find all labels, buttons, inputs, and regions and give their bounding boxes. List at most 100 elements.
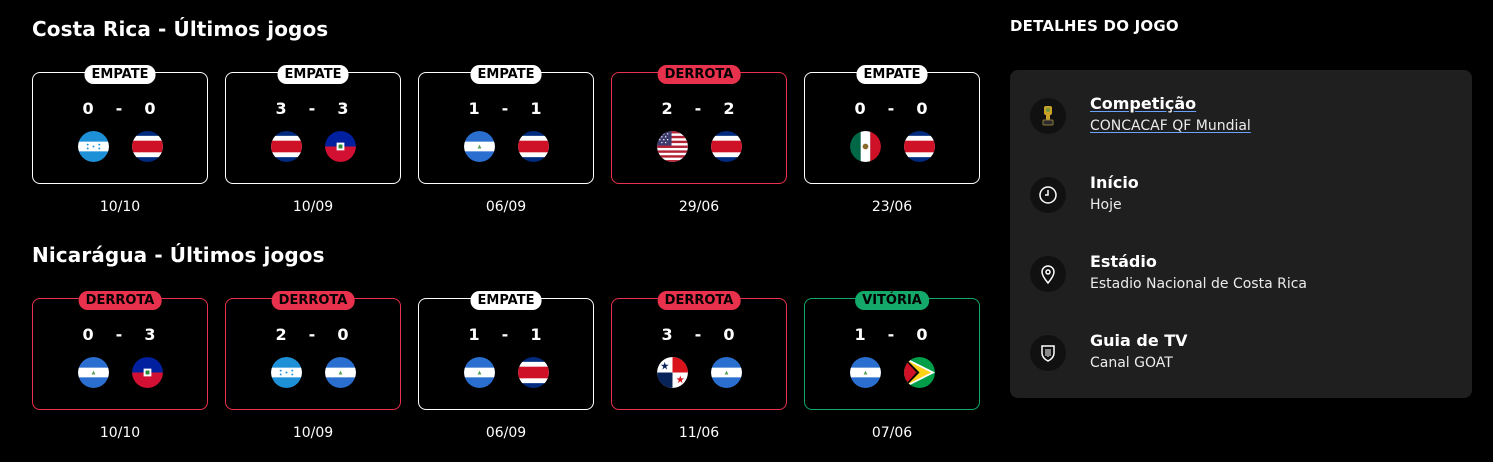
score-separator: -	[308, 325, 318, 344]
match-cards: EMPATE 0-0 10/10 EMPATE 3-3 10/09 EMPATE 1-1 06/…	[32, 65, 980, 215]
team-flags	[33, 357, 207, 388]
match-date: 10/09	[292, 425, 334, 441]
team-flags	[419, 357, 593, 388]
team-flags	[226, 131, 400, 162]
away-score: 0	[337, 325, 351, 344]
away-score: 3	[144, 325, 158, 344]
team-flags	[419, 131, 593, 162]
competition-label[interactable]: Competição	[1090, 94, 1251, 114]
home-score: 1	[468, 325, 482, 344]
nicaragua-flag	[463, 357, 495, 388]
home-score: 2	[275, 325, 289, 344]
section-title: Costa Rica - Últimos jogos	[32, 17, 329, 41]
match-date: 29/06	[678, 199, 720, 215]
match-item: EMPATE 3-3 10/09	[225, 65, 401, 215]
match-date: 06/09	[485, 199, 527, 215]
match-card[interactable]: EMPATE 1-1	[418, 65, 594, 184]
home-score: 0	[82, 99, 96, 118]
stadium-value: Estadio Nacional de Costa Rica	[1090, 276, 1307, 292]
nicaragua-flag	[463, 131, 495, 162]
match-card[interactable]: EMPATE 0-0	[32, 65, 208, 184]
score-separator: -	[694, 325, 704, 344]
usa-flag	[656, 131, 688, 162]
home-score: 3	[661, 325, 675, 344]
panama-flag	[656, 357, 688, 388]
nicaragua-flag	[324, 357, 356, 388]
match-score: 0-0	[805, 99, 979, 118]
team-flags	[612, 131, 786, 162]
match-score: 1-1	[419, 325, 593, 344]
result-badge: DERROTA	[657, 291, 741, 310]
guyana-flag	[903, 357, 935, 388]
result-badge: EMPATE	[277, 65, 349, 84]
match-score: 2-2	[612, 99, 786, 118]
match-date: 10/09	[292, 199, 334, 215]
match-card[interactable]: EMPATE 0-0	[804, 65, 980, 184]
nicaragua-flag	[710, 357, 742, 388]
haiti-flag	[324, 131, 356, 162]
score-separator: -	[115, 325, 125, 344]
stadium-row: Estádio Estadio Nacional de Costa Rica	[1030, 252, 1307, 293]
score-separator: -	[115, 99, 125, 118]
home-score: 1	[468, 99, 482, 118]
score-separator: -	[887, 99, 897, 118]
match-card[interactable]: EMPATE 3-3	[225, 65, 401, 184]
honduras-flag	[270, 357, 302, 388]
match-item: DERROTA 2-0 10/09	[225, 291, 401, 441]
result-badge: DERROTA	[271, 291, 355, 310]
score-separator: -	[887, 325, 897, 344]
match-score: 0-3	[33, 325, 207, 344]
away-score: 3	[337, 99, 351, 118]
away-score: 2	[723, 99, 737, 118]
home-score: 1	[854, 325, 868, 344]
haiti-flag	[131, 357, 163, 388]
result-badge: EMPATE	[470, 65, 542, 84]
match-card[interactable]: DERROTA 0-3	[32, 291, 208, 410]
tv-label: Guia de TV	[1090, 331, 1188, 350]
match-item: EMPATE 1-1 06/09	[418, 65, 594, 215]
score-separator: -	[308, 99, 318, 118]
match-card[interactable]: DERROTA 2-2	[611, 65, 787, 184]
match-item: EMPATE 0-0 10/10	[32, 65, 208, 215]
match-card[interactable]: DERROTA 2-0	[225, 291, 401, 410]
score-separator: -	[501, 325, 511, 344]
competition-row: Competição CONCACAF QF Mundial	[1030, 94, 1251, 135]
location-pin-icon	[1030, 256, 1066, 292]
match-details-panel: Competição CONCACAF QF Mundial Início Ho…	[1010, 70, 1472, 398]
home-score: 2	[661, 99, 675, 118]
start-row: Início Hoje	[1030, 173, 1139, 214]
match-score: 0-0	[33, 99, 207, 118]
match-score: 2-0	[226, 325, 400, 344]
match-card[interactable]: EMPATE 1-1	[418, 291, 594, 410]
team-flags	[612, 357, 786, 388]
match-item: VITÓRIA 1-0 07/06	[804, 291, 980, 441]
stadium-label: Estádio	[1090, 252, 1157, 271]
clock-icon	[1030, 177, 1066, 213]
match-item: EMPATE 1-1 06/09	[418, 291, 594, 441]
result-badge: EMPATE	[856, 65, 928, 84]
mexico-flag	[849, 131, 881, 162]
match-item: DERROTA 2-2 29/06	[611, 65, 787, 215]
team-flags	[33, 131, 207, 162]
home-score: 3	[275, 99, 289, 118]
nicaragua-flag	[77, 357, 109, 388]
match-score: 3-0	[612, 325, 786, 344]
team-flags	[805, 131, 979, 162]
match-date: 10/10	[99, 199, 141, 215]
score-separator: -	[501, 99, 511, 118]
competition-link[interactable]: CONCACAF QF Mundial	[1090, 117, 1251, 135]
match-item: EMPATE 0-0 23/06	[804, 65, 980, 215]
details-title: DETALHES DO JOGO	[1010, 17, 1179, 35]
match-cards: DERROTA 0-3 10/10 DERROTA 2-0 10/09 EMPATE 1-1 0…	[32, 291, 980, 441]
result-badge: EMPATE	[84, 65, 156, 84]
match-card[interactable]: VITÓRIA 1-0	[804, 291, 980, 410]
match-card[interactable]: DERROTA 3-0	[611, 291, 787, 410]
match-item: DERROTA 3-0 11/06	[611, 291, 787, 441]
result-badge: DERROTA	[78, 291, 162, 310]
match-score: 3-3	[226, 99, 400, 118]
nicaragua-flag	[849, 357, 881, 388]
costa-rica-flag	[517, 131, 549, 162]
away-score: 1	[530, 99, 544, 118]
match-score: 1-1	[419, 99, 593, 118]
away-score: 0	[144, 99, 158, 118]
